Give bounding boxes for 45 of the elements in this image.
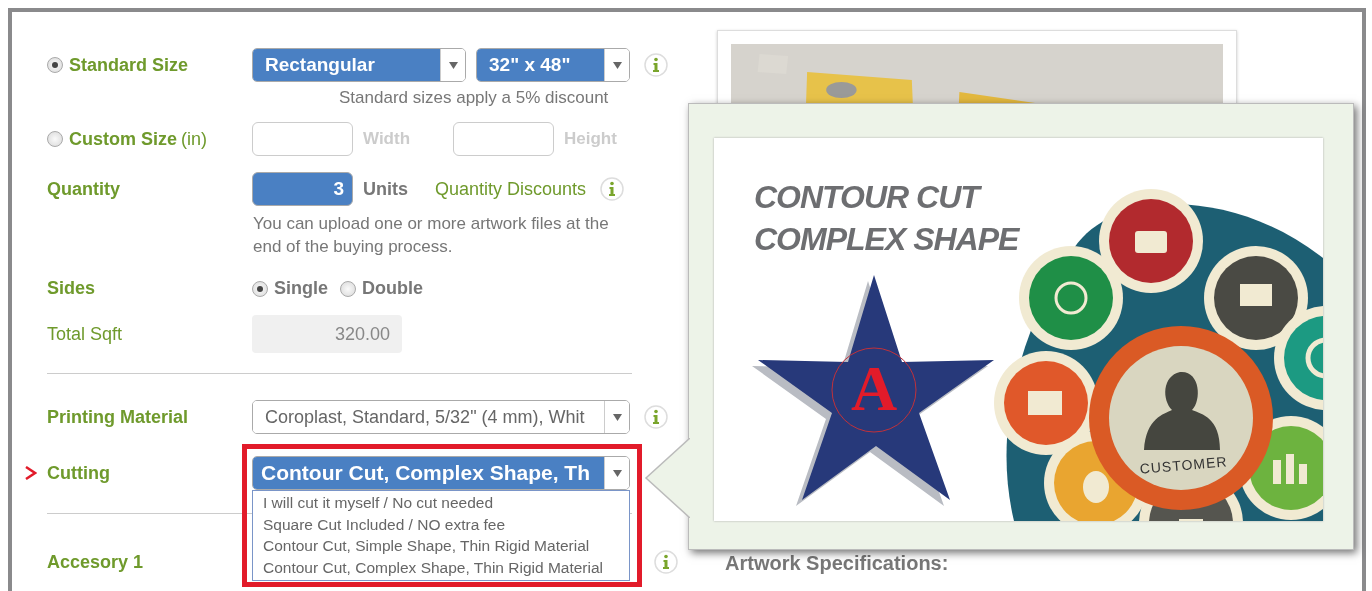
caret-icon [612,61,622,69]
cutting-select[interactable]: Contour Cut, Complex Shape, Th [252,456,630,490]
info-icon[interactable] [600,177,625,201]
height-field[interactable] [453,122,554,156]
customer-label: CUSTOMER [1139,453,1228,477]
field-label: Cutting [47,462,110,484]
upload-note: You can upload one or more artwork files at the end of the buying process. [253,213,610,258]
quantity-discounts-link[interactable]: Quantity Discounts [435,178,587,200]
info-icon[interactable] [644,405,668,429]
dropdown-option[interactable]: Contour Cut, Complex Shape, Thin Rigid Material [263,556,629,578]
dropdown-option[interactable]: Contour Cut, Simple Shape, Thin Rigid Material [263,535,629,557]
field-label: Quantity [47,178,120,200]
caret-icon [448,61,458,69]
field-label: Total Sqft [47,323,123,345]
unit-label: (in) [181,128,208,150]
preview-title: COMPLEX SHAPE [754,220,1019,259]
radio-button[interactable] [252,280,268,297]
radio-button[interactable] [47,57,63,73]
units-label: Units [363,178,409,200]
field-label: Sides [47,278,96,299]
chevron-icon [25,466,37,480]
dimensions-select[interactable]: 32" x 48" [476,48,630,82]
field-label: Custom Size [69,128,178,150]
caret-icon [612,469,622,477]
info-icon[interactable] [654,550,678,574]
radio-button[interactable] [47,131,63,147]
dropdown-option[interactable]: Square Cut Included / NO extra fee [263,513,629,535]
field-label: Printing Material [47,406,189,428]
field-label: Accesory 1 [47,551,144,573]
total-field: 320.00 [252,315,402,353]
info-icon[interactable] [644,53,668,77]
quantity-field[interactable]: 3 [252,172,353,206]
preview-title: CONTOUR CUT [754,176,1019,218]
star-letter: A [850,353,898,424]
radio-button[interactable] [340,280,356,297]
option-label: Double [362,278,423,299]
shape-select[interactable]: Rectangular [252,48,466,82]
dropdown-option[interactable]: I will cut it myself / No cut needed [263,492,629,514]
field-label: Standard Size [69,54,189,76]
section-heading: Artwork Specifications: [725,552,950,574]
option-label: Single [274,278,328,299]
caret-icon [612,413,622,421]
discount-note: Standard sizes apply a 5% discount [339,88,610,109]
material-select[interactable]: Coroplast, Standard, 5/32" (4 mm), Whit [252,400,630,434]
width-field[interactable] [252,122,353,156]
